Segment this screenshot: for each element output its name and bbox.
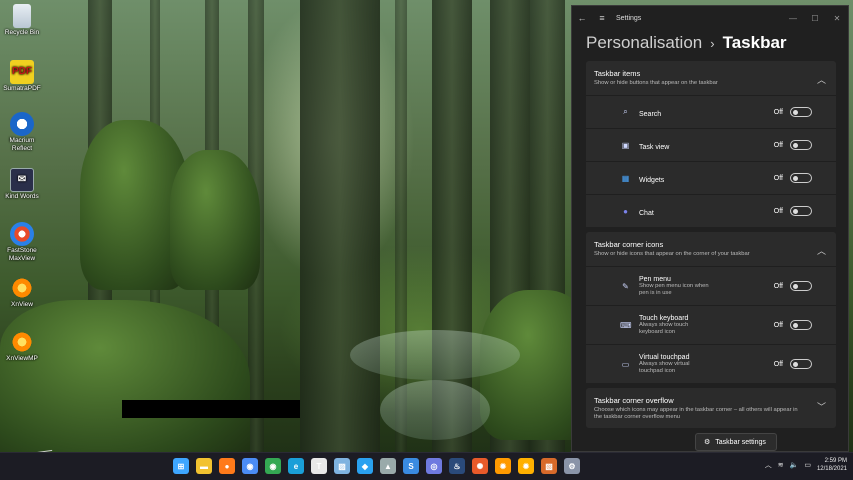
system-tray: ︿ ≋ 🔈 ▭ 2:59 PM 12/18/2021 bbox=[765, 457, 847, 473]
firefox-icon[interactable]: ● bbox=[219, 458, 235, 474]
gear-icon: ⚙ bbox=[704, 439, 711, 446]
setting-row-pen-menu: ✎ Pen menu Show pen menu icon when pen i… bbox=[586, 266, 836, 305]
touchpad-icon: ▭ bbox=[621, 359, 630, 369]
section-taskbar-items: Taskbar items Show or hide buttons that … bbox=[586, 61, 836, 227]
recycle-bin-icon bbox=[13, 4, 31, 28]
task-view-icon: ▣ bbox=[621, 140, 630, 150]
desktop-icon-kind-words[interactable]: ✉ Kind Words bbox=[0, 168, 44, 201]
chat-icon: ● bbox=[623, 206, 628, 216]
settings-icon[interactable]: ⚙ bbox=[564, 458, 580, 474]
app-icon[interactable]: ◎ bbox=[426, 458, 442, 474]
chrome-beta-icon[interactable]: ◉ bbox=[242, 458, 258, 474]
clock[interactable]: 2:59 PM 12/18/2021 bbox=[817, 457, 847, 473]
chevron-down-icon[interactable]: ﹀ bbox=[817, 400, 826, 413]
network-icon[interactable]: ≋ bbox=[778, 461, 784, 469]
taskbar-apps: ⊞ ▬ ● ◉ ◉ e T ▨ ◆ ▲ S ◎ ♨ ✺ ✹ ✹ ▧ ⚙ bbox=[173, 458, 580, 474]
desktop-icon-sumatrapdf[interactable]: PDF SumatraPDF bbox=[0, 60, 44, 93]
maximize-button[interactable]: ☐ bbox=[804, 14, 826, 23]
search-icon: ⌕ bbox=[623, 107, 628, 116]
photos-icon[interactable]: ▨ bbox=[334, 458, 350, 474]
title-bar: ← ≡ Settings — ☐ ✕ bbox=[572, 6, 848, 30]
chevron-up-icon[interactable]: ︿ bbox=[817, 244, 826, 257]
hamburger-menu-icon[interactable]: ≡ bbox=[592, 13, 612, 23]
virtual-touchpad-toggle[interactable] bbox=[790, 359, 812, 369]
page-title: Taskbar bbox=[722, 33, 787, 52]
close-button[interactable]: ✕ bbox=[826, 14, 848, 23]
clock-date: 12/18/2021 bbox=[816, 466, 847, 472]
xnviewmp-task-icon[interactable]: ✹ bbox=[518, 458, 534, 474]
taskbar: ⊞ ▬ ● ◉ ◉ e T ▨ ◆ ▲ S ◎ ♨ ✺ ✹ ✹ ▧ ⚙ ︿ ≋ 🔈 ▭ 2:59 PM 12/18… bbox=[0, 452, 853, 480]
xnview-icon bbox=[10, 276, 34, 300]
setting-row-search: ⌕ Search Off bbox=[586, 95, 836, 128]
desktop-icon-recycle-bin[interactable]: Recycle Bin bbox=[0, 4, 44, 37]
envelope-icon: ✉ bbox=[10, 168, 34, 192]
desktop-icon-xnview[interactable]: XnView bbox=[0, 276, 44, 309]
steam-icon[interactable]: ♨ bbox=[449, 458, 465, 474]
edge-icon[interactable]: e bbox=[288, 458, 304, 474]
search-toggle[interactable] bbox=[790, 107, 812, 117]
pen-icon: ✎ bbox=[622, 281, 629, 291]
task-view-toggle[interactable] bbox=[790, 140, 812, 150]
section-header-corner-icons[interactable]: Taskbar corner icons Show or hide icons … bbox=[586, 232, 836, 266]
minimize-button[interactable]: — bbox=[782, 14, 804, 23]
setting-row-touch-keyboard: ⌨ Touch keyboard Always show touch keybo… bbox=[586, 305, 836, 344]
touch-keyboard-toggle[interactable] bbox=[790, 320, 812, 330]
pdf-icon: PDF bbox=[10, 60, 34, 84]
breadcrumb-personalisation[interactable]: Personalisation bbox=[586, 33, 702, 52]
image-app-icon[interactable]: ▧ bbox=[541, 458, 557, 474]
notepad-icon[interactable]: S bbox=[403, 458, 419, 474]
typora-icon[interactable]: T bbox=[311, 458, 327, 474]
keyboard-icon: ⌨ bbox=[620, 320, 632, 330]
pen-menu-toggle[interactable] bbox=[790, 281, 812, 291]
faststone-icon bbox=[10, 222, 34, 246]
tray-overflow-chevron-icon[interactable]: ︿ bbox=[765, 460, 772, 470]
section-header-corner-overflow[interactable]: Taskbar corner overflow Choose which ico… bbox=[586, 388, 836, 428]
widgets-toggle[interactable] bbox=[790, 173, 812, 183]
vscode-icon[interactable]: ◆ bbox=[357, 458, 373, 474]
macrium-icon bbox=[10, 112, 34, 136]
vlc-icon[interactable]: ▲ bbox=[380, 458, 396, 474]
window-title: Settings bbox=[616, 14, 642, 22]
chrome-icon[interactable]: ◉ bbox=[265, 458, 281, 474]
section-taskbar-corner-icons: Taskbar corner icons Show or hide icons … bbox=[586, 232, 836, 383]
desktop-icon-xnviewmp[interactable]: XnViewMP bbox=[0, 330, 44, 363]
section-taskbar-corner-overflow: Taskbar corner overflow Choose which ico… bbox=[586, 388, 836, 428]
battery-icon[interactable]: ▭ bbox=[804, 461, 811, 469]
clock-time: 2:59 PM bbox=[824, 458, 847, 464]
setting-row-virtual-touchpad: ▭ Virtual touchpad Always show virtual t… bbox=[586, 344, 836, 383]
setting-row-widgets: ▦ Widgets Off bbox=[586, 161, 836, 194]
section-header-taskbar-items[interactable]: Taskbar items Show or hide buttons that … bbox=[586, 61, 836, 95]
breadcrumb: Personalisation › Taskbar bbox=[572, 30, 848, 60]
widgets-icon: ▦ bbox=[621, 173, 630, 183]
back-arrow-icon[interactable]: ← bbox=[572, 13, 592, 23]
desktop-icon-faststone[interactable]: FastStone MaxView bbox=[0, 222, 44, 263]
breadcrumb-separator-icon: › bbox=[710, 36, 715, 51]
setting-row-chat: ● Chat Off bbox=[586, 194, 836, 227]
taskbar-settings-tooltip: ⚙ Taskbar settings bbox=[695, 433, 777, 451]
xnview-task-icon[interactable]: ✹ bbox=[495, 458, 511, 474]
desktop-icon-macrium-reflect[interactable]: Macrium Reflect bbox=[0, 112, 44, 153]
chat-toggle[interactable] bbox=[790, 206, 812, 216]
start-icon[interactable]: ⊞ bbox=[173, 458, 189, 474]
setting-row-task-view: ▣ Task view Off bbox=[586, 128, 836, 161]
xnviewmp-icon bbox=[10, 330, 34, 354]
chevron-up-icon[interactable]: ︿ bbox=[817, 73, 826, 86]
faststone-task-icon[interactable]: ✺ bbox=[472, 458, 488, 474]
volume-icon[interactable]: 🔈 bbox=[790, 461, 799, 469]
file-explorer-icon[interactable]: ▬ bbox=[196, 458, 212, 474]
settings-window: ← ≡ Settings — ☐ ✕ Personalisation › Taskb… bbox=[571, 5, 849, 452]
